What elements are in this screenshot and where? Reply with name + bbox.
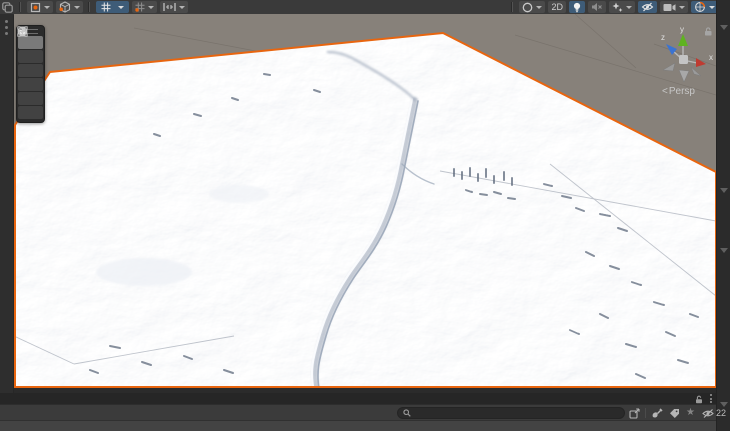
transform-icon (17, 26, 28, 37)
search-toolbar: ★ 22 (0, 404, 716, 420)
2d-toggle-button[interactable]: 2D (548, 1, 566, 13)
hidden-count: 22 (716, 408, 726, 418)
gizmo-z-label: z (661, 33, 665, 42)
toolbar-separator (88, 2, 90, 12)
scene-viewport[interactable] (14, 14, 716, 393)
search-input[interactable] (414, 408, 619, 418)
toolbar-separator (645, 408, 646, 418)
panel-header-bar (0, 393, 716, 404)
open-in-window-button[interactable] (626, 406, 643, 420)
bottom-strip (0, 420, 716, 431)
effects-sparkle-icon (612, 2, 623, 13)
panel-menu-kebab-icon[interactable] (710, 394, 712, 405)
scale-tool-button[interactable] (18, 78, 43, 91)
grid-increment-icon (135, 2, 145, 12)
persp-label: Persp (669, 86, 695, 97)
gizmo-lock-icon[interactable] (704, 27, 713, 36)
2d-label: 2D (551, 1, 563, 13)
persp-chevron-icon: < (662, 86, 666, 97)
gizmo-y-label: y (680, 25, 684, 34)
gizmo-center-cube[interactable] (679, 55, 688, 64)
grid-snapping-toggle[interactable] (99, 1, 113, 13)
dropdown-arrow-icon (44, 6, 50, 9)
scene-visibility-button[interactable] (638, 1, 657, 13)
search-field[interactable] (397, 407, 625, 419)
shaded-mode-icon (522, 2, 533, 13)
cube-orientation-icon (59, 1, 71, 13)
effects-button[interactable] (609, 1, 635, 13)
draw-mode-button[interactable] (519, 1, 545, 13)
collapse-arrow-icon[interactable] (720, 248, 728, 253)
collapse-arrow-icon[interactable] (720, 188, 728, 193)
right-collapse-strip (716, 0, 730, 431)
tool-handle-pivot-button[interactable] (27, 1, 53, 13)
gizmos-button[interactable] (691, 1, 718, 13)
scene-render (14, 14, 716, 393)
hidden-objects-button[interactable]: 22 (698, 406, 729, 420)
rect-tool-button[interactable] (18, 92, 43, 105)
pivot-square-icon (30, 2, 41, 13)
snap-settings-button[interactable] (160, 1, 188, 13)
hidden-eye-icon (701, 408, 715, 419)
unity-scene-view: 2D (0, 0, 730, 431)
dropdown-arrow-icon (118, 6, 124, 9)
tool-handle-rotation-button[interactable] (56, 1, 83, 13)
grid-snapping-button[interactable] (96, 1, 129, 13)
toolbar-separator (511, 2, 513, 12)
light-bulb-icon (572, 2, 582, 13)
tag-icon (669, 408, 680, 419)
dropdown-arrow-icon (626, 6, 632, 9)
collapse-arrow-icon[interactable] (720, 25, 728, 30)
gizmos-sphere-icon (694, 1, 706, 13)
dropdown-arrow-icon (74, 6, 80, 9)
transform-tool-button[interactable] (18, 106, 43, 119)
rotate-tool-button[interactable] (18, 64, 43, 77)
move-tool-button[interactable] (18, 50, 43, 63)
tools-overlay (16, 25, 45, 123)
favorites-button[interactable]: ★ (683, 406, 698, 420)
toolbar-separator (19, 2, 21, 12)
dropdown-arrow-icon (679, 6, 685, 9)
left-overlay-strip (0, 15, 14, 393)
view-hand-tool-button[interactable] (18, 36, 43, 49)
grid-increment-snap-button[interactable] (132, 1, 157, 13)
scene-lighting-button[interactable] (569, 1, 585, 13)
star-icon: ★ (686, 406, 695, 420)
grid-icon (101, 2, 111, 12)
crossed-eye-icon (641, 2, 654, 12)
audio-toggle-button[interactable] (588, 1, 606, 13)
tag-filter-button[interactable] (666, 406, 683, 420)
camera-settings-button[interactable] (660, 1, 688, 13)
open-in-window-icon (629, 408, 640, 419)
overlay-menu-icon[interactable] (0, 0, 14, 14)
gizmo-negative-axes[interactable] (663, 63, 701, 82)
audio-muted-icon (591, 2, 603, 12)
picker-button[interactable] (648, 406, 666, 420)
snap-brackets-icon (163, 2, 176, 12)
gizmo-x-label: x (709, 53, 713, 62)
camera-icon (663, 3, 676, 12)
dropdown-arrow-icon (709, 6, 715, 9)
scene-toolbar: 2D (0, 0, 730, 15)
overlay-kebab-icon[interactable] (5, 20, 8, 38)
dropdown-arrow-icon (536, 6, 542, 9)
gizmo-y-axis[interactable] (678, 34, 688, 46)
lock-icon[interactable] (695, 395, 704, 404)
projection-toggle[interactable]: < Persp (662, 84, 716, 98)
picker-icon (651, 408, 663, 419)
search-icon (403, 409, 411, 417)
grid-snapping-dropdown[interactable] (115, 1, 126, 13)
gizmo-x-axis[interactable] (696, 58, 706, 67)
dropdown-arrow-icon (179, 6, 185, 9)
dropdown-arrow-icon (148, 6, 154, 9)
